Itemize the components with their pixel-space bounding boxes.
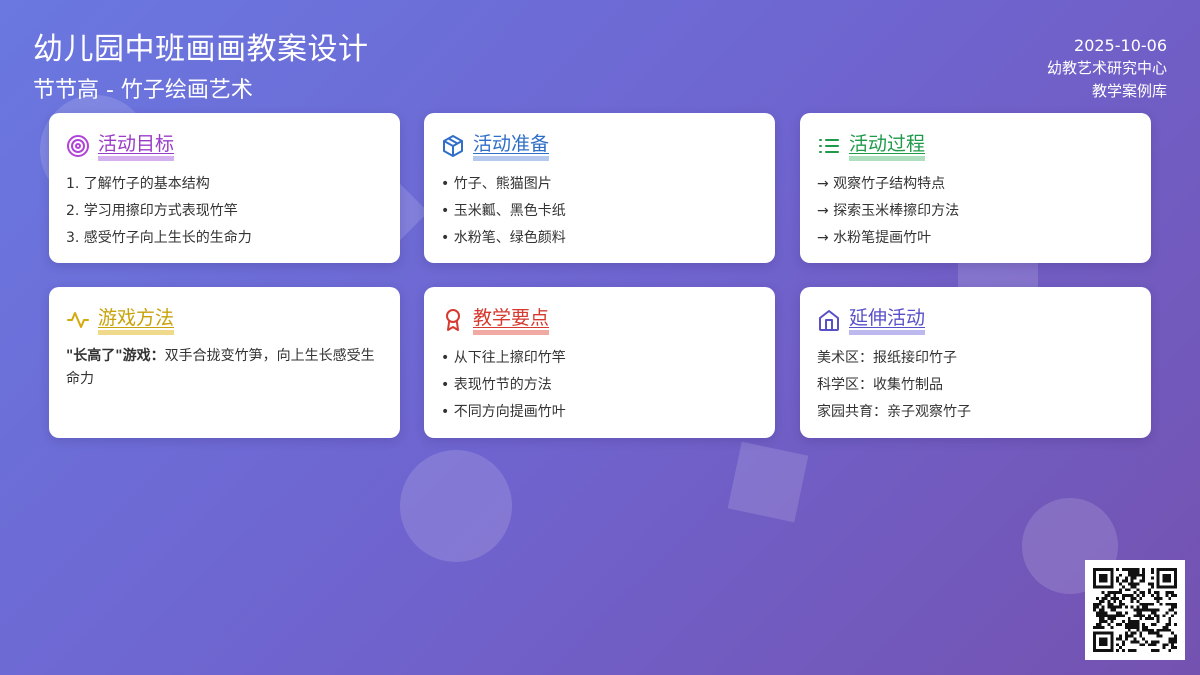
qr-code[interactable]: [1085, 560, 1185, 660]
qr-code-image: [1093, 568, 1177, 652]
card-title[interactable]: 游戏方法: [98, 306, 175, 335]
list-item: → 观察竹子结构特点: [817, 176, 946, 192]
card-header: 活动准备: [441, 131, 758, 161]
org-label: 幼教艺术研究中心: [1046, 59, 1167, 77]
card-header: 活动过程: [817, 131, 1134, 161]
target-icon: [66, 134, 90, 158]
list-item: • 不同方向提画竹叶: [441, 404, 566, 420]
card-title[interactable]: 活动过程: [849, 132, 926, 161]
card-game: 游戏方法 "长高了"游戏：双手合拢变竹笋，向上生长感受生命力: [49, 287, 400, 438]
list-item: • 表现竹节的方法: [441, 377, 552, 393]
card-title[interactable]: 延伸活动: [849, 306, 926, 335]
list-item: 科学区：收集竹制品: [817, 377, 943, 393]
card-header: 教学要点: [441, 305, 758, 335]
box-icon: [441, 134, 465, 158]
card-preparation: 活动准备 • 竹子、熊猫图片 • 玉米瓤、黑色卡纸 • 水粉笔、绿色颜料: [424, 113, 775, 263]
list-item: 美术区：报纸接印竹子: [817, 350, 957, 366]
card-header: 游戏方法: [66, 305, 383, 335]
list-item: → 水粉笔提画竹叶: [817, 230, 932, 246]
card-process: 活动过程 → 观察竹子结构特点 → 探索玉米棒擦印方法 → 水粉笔提画竹叶: [800, 113, 1151, 263]
extension-list: 美术区：报纸接印竹子 科学区：收集竹制品 家园共育：亲子观察竹子: [817, 345, 1134, 426]
list-item: → 探索玉米棒擦印方法: [817, 203, 960, 219]
decor-square: [727, 441, 809, 523]
process-list: → 观察竹子结构特点 → 探索玉米棒擦印方法 → 水粉笔提画竹叶: [817, 171, 1134, 252]
page-subtitle: 节节高 - 竹子绘画艺术: [33, 78, 253, 103]
list-item: • 竹子、熊猫图片: [441, 176, 552, 192]
preparation-list: • 竹子、熊猫图片 • 玉米瓤、黑色卡纸 • 水粉笔、绿色颜料: [441, 171, 758, 252]
list-item: 家园共育：亲子观察竹子: [817, 404, 971, 420]
list-item: 2. 学习用擦印方式表现竹竿: [66, 203, 238, 219]
game-description: "长高了"游戏：双手合拢变竹笋，向上生长感受生命力: [66, 345, 383, 391]
card-title[interactable]: 活动目标: [98, 132, 175, 161]
date-label: 2025-10-06: [1074, 36, 1167, 55]
list-item: • 水粉笔、绿色颜料: [441, 230, 566, 246]
card-title[interactable]: 活动准备: [473, 132, 550, 161]
list-item: 3. 感受竹子向上生长的生命力: [66, 230, 252, 246]
award-icon: [441, 308, 465, 332]
list-item: • 玉米瓤、黑色卡纸: [441, 203, 566, 219]
list-item: 1. 了解竹子的基本结构: [66, 176, 210, 192]
card-objectives: 活动目标 1. 了解竹子的基本结构 2. 学习用擦印方式表现竹竿 3. 感受竹子…: [49, 113, 400, 263]
home-icon: [817, 308, 841, 332]
decor-circle: [400, 450, 512, 562]
game-name: "长高了"游戏：: [66, 348, 165, 364]
header: 幼儿园中班画画教案设计 节节高 - 竹子绘画艺术: [33, 30, 369, 106]
header-meta: 2025-10-06 幼教艺术研究中心 教学案例库: [1047, 34, 1167, 103]
card-header: 延伸活动: [817, 305, 1134, 335]
card-title[interactable]: 教学要点: [473, 306, 550, 335]
list-item: • 从下往上擦印竹竿: [441, 350, 566, 366]
card-header: 活动目标: [66, 131, 383, 161]
list-icon: [817, 134, 841, 158]
card-extension: 延伸活动 美术区：报纸接印竹子 科学区：收集竹制品 家园共育：亲子观察竹子: [800, 287, 1151, 438]
card-key-points: 教学要点 • 从下往上擦印竹竿 • 表现竹节的方法 • 不同方向提画竹叶: [424, 287, 775, 438]
activity-icon: [66, 308, 90, 332]
library-label: 教学案例库: [1091, 82, 1167, 100]
objective-list: 1. 了解竹子的基本结构 2. 学习用擦印方式表现竹竿 3. 感受竹子向上生长的…: [66, 171, 383, 252]
key-point-list: • 从下往上擦印竹竿 • 表现竹节的方法 • 不同方向提画竹叶: [441, 345, 758, 426]
page-title: 幼儿园中班画画教案设计: [33, 32, 369, 67]
